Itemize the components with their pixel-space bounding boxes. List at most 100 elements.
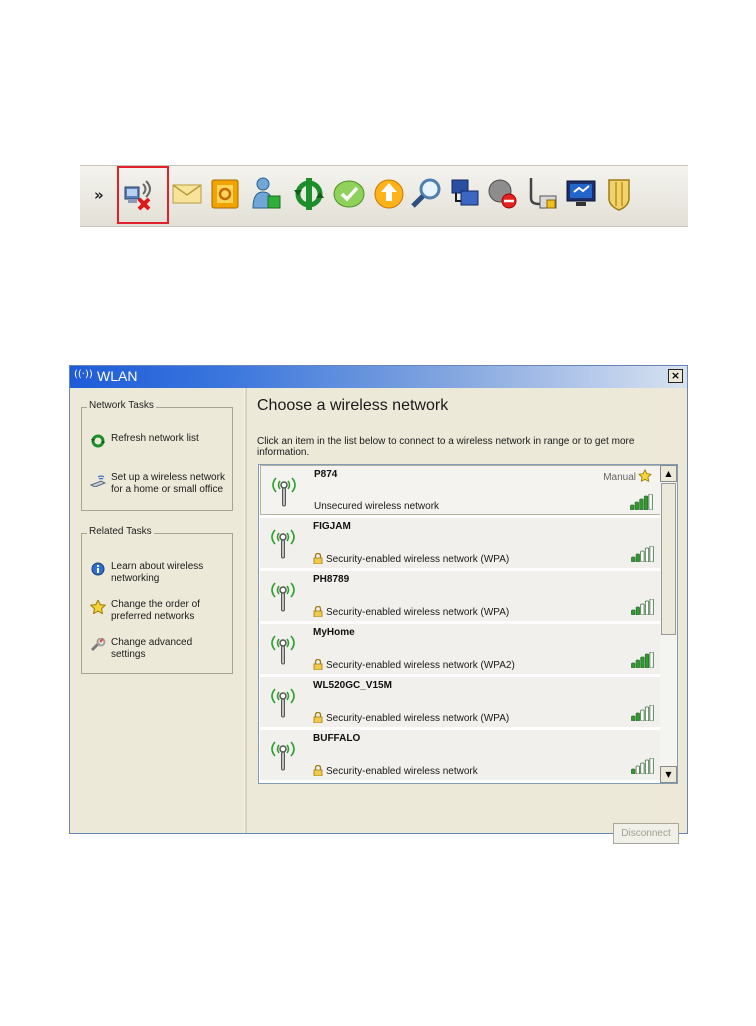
network-item[interactable]: FIGJAM Security-enabled wireless network … — [260, 518, 661, 570]
network-security-text: Security-enabled wireless network (WPA) — [326, 554, 510, 565]
list-scrollbar[interactable]: ▲ ▼ — [660, 465, 677, 783]
network-item[interactable]: WL520GC_V15M Security-enabled wireless ne… — [260, 677, 661, 729]
signal-bar — [649, 599, 654, 615]
signal-bar — [644, 600, 650, 615]
task-pane: Network Tasks Refresh network list Set u… — [70, 388, 244, 833]
preferred-star-icon — [638, 469, 652, 483]
signal-strength-icon — [631, 599, 654, 615]
network-ssid: FIGJAM — [313, 521, 351, 532]
network-security: Security-enabled wireless network (WPA2) — [313, 659, 515, 671]
task-change-order[interactable]: Change the order of preferred networks — [90, 599, 230, 623]
signal-bar — [648, 494, 653, 510]
security-shield-icon[interactable] — [602, 174, 636, 214]
signal-bar — [640, 762, 645, 774]
wrench-icon — [90, 638, 106, 652]
outlook-icon[interactable] — [208, 174, 242, 214]
wireless-antenna-icon — [272, 477, 296, 507]
signal-bar — [635, 606, 640, 615]
wireless-setup-icon — [90, 475, 106, 487]
network-tasks-group: Network Tasks Refresh network list Set u… — [81, 400, 233, 511]
signal-bar — [635, 659, 640, 668]
network-item[interactable]: PH8789 Security-enabled wireless network … — [260, 571, 661, 623]
scroll-up-button[interactable]: ▲ — [660, 465, 677, 482]
network-ssid: P874 — [314, 469, 338, 480]
refresh-icon — [91, 434, 105, 448]
disconnect-button[interactable]: Disconnect — [613, 823, 679, 844]
signal-bar — [640, 709, 645, 721]
lock-icon — [313, 765, 323, 776]
signal-bar — [644, 706, 650, 721]
check-icon[interactable] — [332, 174, 366, 214]
scroll-down-button[interactable]: ▼ — [660, 766, 677, 783]
close-button[interactable]: × — [668, 369, 683, 383]
scroll-thumb[interactable] — [661, 483, 676, 635]
signal-strength-icon — [631, 652, 654, 668]
signal-bar — [644, 759, 650, 774]
signal-bar — [630, 504, 635, 510]
wireless-antenna-icon — [271, 635, 295, 665]
network-security-text: Security-enabled wireless network (WPA2) — [326, 660, 515, 671]
lock-icon — [313, 553, 323, 564]
task-advanced-settings[interactable]: Change advanced settings — [90, 637, 230, 661]
wireless-antenna-icon — [271, 529, 295, 559]
network-item[interactable]: MyHome Security-enabled wireless network … — [260, 624, 661, 676]
lock-icon — [313, 659, 323, 670]
sync-icon[interactable] — [292, 174, 326, 214]
network-security-text: Security-enabled wireless network (WPA) — [326, 713, 510, 724]
signal-bar — [649, 652, 654, 668]
network-ssid: PH8789 — [313, 574, 350, 585]
tray-expand-chevron[interactable]: » — [94, 186, 104, 204]
network-computers-icon[interactable] — [448, 174, 482, 214]
signal-bar — [644, 653, 650, 668]
title-bar[interactable]: ((·)) WLAN × — [70, 366, 687, 388]
signal-bar — [639, 498, 644, 510]
network-security: Security-enabled wireless network (WPA) — [313, 553, 509, 565]
info-icon — [91, 562, 105, 576]
signal-bar — [640, 656, 645, 668]
monitor-icon[interactable] — [564, 174, 598, 214]
shield-blocked-icon[interactable] — [486, 174, 520, 214]
network-security: Unsecured wireless network — [314, 501, 439, 512]
signal-bar — [649, 705, 654, 721]
wireless-antenna-icon — [271, 688, 295, 718]
wireless-title-icon: ((·)) — [74, 369, 93, 380]
network-ssid: MyHome — [313, 627, 355, 638]
manual-label-text: Manual — [603, 472, 636, 483]
wireless-network-list[interactable]: P874 Unsecured wireless network Manual FIGJ… — [258, 464, 678, 784]
highlight-box — [117, 166, 169, 224]
signal-bar — [640, 550, 645, 562]
task-learn-wireless[interactable]: Learn about wireless networking — [90, 561, 230, 585]
user-status-icon[interactable] — [250, 174, 284, 214]
system-tray-strip: » — [80, 165, 688, 227]
network-item[interactable]: P874 Unsecured wireless network Manual — [260, 465, 661, 515]
network-tasks-title: Network Tasks — [87, 400, 156, 411]
signal-strength-icon — [630, 494, 653, 510]
network-item[interactable]: BUFFALO Security-enabled wireless network — [260, 730, 661, 782]
lock-icon — [313, 606, 323, 617]
network-security-text: Security-enabled wireless network (WPA) — [326, 607, 510, 618]
mail-icon[interactable] — [170, 174, 204, 214]
signal-bar — [631, 768, 636, 774]
signal-bar — [634, 501, 639, 510]
signal-bar — [631, 715, 636, 721]
signal-bar — [631, 609, 636, 615]
network-printer-icon[interactable] — [526, 174, 560, 214]
network-list-pane: Choose a wireless network Click an item … — [247, 388, 687, 844]
signal-bar — [635, 553, 640, 562]
signal-bar — [635, 765, 640, 774]
signal-bar — [635, 712, 640, 721]
task-refresh-network-list[interactable]: Refresh network list — [90, 433, 230, 448]
update-arrow-icon[interactable] — [372, 174, 406, 214]
wireless-antenna-icon — [271, 582, 295, 612]
manual-label: Manual — [603, 469, 652, 483]
signal-strength-icon — [631, 705, 654, 721]
search-icon[interactable] — [410, 174, 444, 214]
signal-bar — [640, 603, 645, 615]
task-setup-wireless-network[interactable]: Set up a wireless network for a home or … — [90, 472, 230, 496]
wlan-window: ((·)) WLAN × Network Tasks Refresh netwo… — [69, 365, 688, 844]
signal-bar — [644, 547, 650, 562]
network-security: Security-enabled wireless network — [313, 765, 478, 777]
lock-icon — [313, 712, 323, 723]
network-security-text: Unsecured wireless network — [314, 501, 440, 512]
network-security: Security-enabled wireless network (WPA) — [313, 606, 509, 618]
